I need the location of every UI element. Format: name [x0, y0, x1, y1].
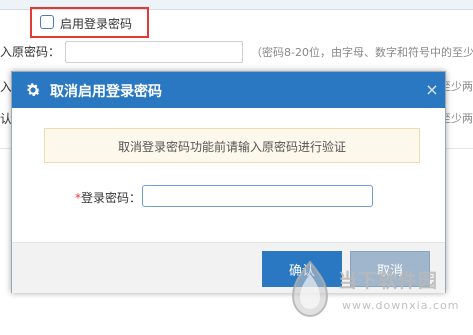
original-password-field[interactable]: [65, 41, 243, 63]
enable-login-password-label[interactable]: 启用登录密码: [60, 15, 132, 32]
password-rule-hint: （密码8-20位，由字母、数字和符号中的至少两: [251, 46, 473, 59]
close-icon[interactable]: ×: [422, 80, 442, 100]
enable-login-password-checkbox[interactable]: [40, 15, 54, 29]
dialog-footer: 确认 取消: [12, 242, 445, 293]
dialog-header: 取消启用登录密码 ×: [12, 72, 445, 108]
cancel-button[interactable]: 取消: [350, 251, 430, 287]
notice-box: 取消登录密码功能前请输入原密码进行验证: [44, 128, 420, 163]
login-password-label: *登录密码：: [75, 189, 141, 206]
notice-text: 取消登录密码功能前请输入原密码进行验证: [117, 140, 346, 154]
cancel-login-password-dialog: 取消启用登录密码 × 取消登录密码功能前请输入原密码进行验证 *登录密码： 确认…: [11, 71, 446, 293]
confirm-button[interactable]: 确认: [262, 251, 342, 287]
watermark-url: www.downxia.com: [342, 299, 460, 312]
login-password-input[interactable]: [142, 185, 373, 207]
gear-icon: [27, 83, 41, 96]
enable-login-password-highlight: 启用登录密码: [30, 7, 149, 38]
login-password-label-text: 登录密码：: [81, 191, 142, 205]
dialog-title: 取消启用登录密码: [50, 84, 162, 100]
original-password-label: 入原密码：: [0, 45, 61, 59]
